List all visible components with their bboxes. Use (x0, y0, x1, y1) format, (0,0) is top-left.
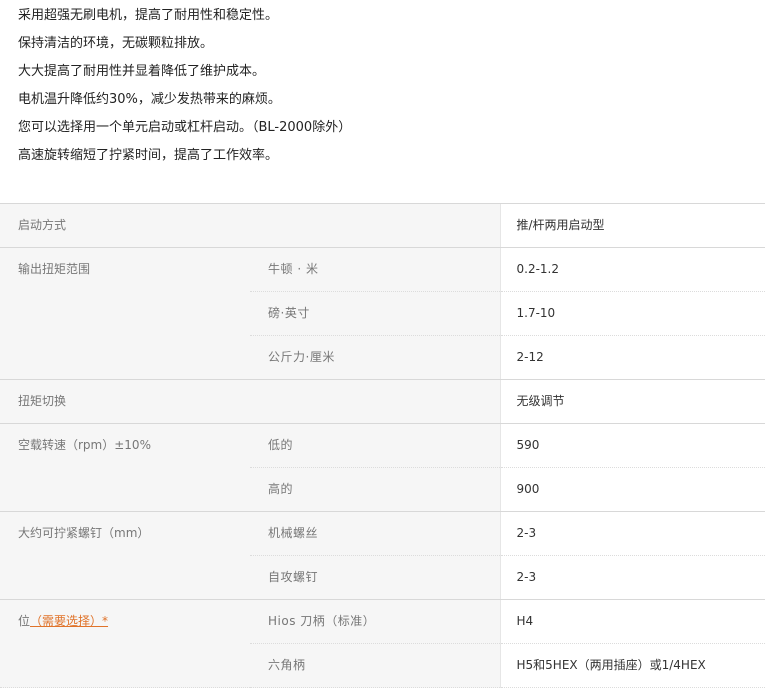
spec-label: 大约可拧紧螺钉（mm） (0, 511, 250, 600)
spec-unit (250, 379, 500, 424)
spec-table: 启动方式 推/杆两用启动型 输出扭矩范围 牛顿 · 米 0.2-1.2 磅·英寸… (0, 203, 765, 688)
spec-unit: 磅·英寸 (250, 291, 500, 336)
spec-unit: 牛顿 · 米 (250, 247, 500, 292)
feature-list: 采用超强无刷电机，提高了耐用性和稳定性。 保持清洁的环境，无碳颗粒排放。 大大提… (0, 0, 765, 170)
spec-value: H4 (499, 599, 765, 644)
spec-value: H5和5HEX（两用插座）或1/4HEX (499, 643, 765, 688)
spec-row-torque: 输出扭矩范围 牛顿 · 米 0.2-1.2 (0, 247, 765, 380)
feature-item: 您可以选择用一个单元启动或杠杆启动。（BL-2000除外） (18, 120, 352, 135)
required-selection-link[interactable]: （需要选择）* (30, 614, 108, 628)
spec-row-speed: 空载转速（rpm）±10% 低的 590 (0, 423, 765, 512)
feature-item: 保持清洁的环境，无碳颗粒排放。 (18, 36, 214, 51)
spec-row-torque-switch: 扭矩切换 无级调节 (0, 379, 765, 424)
spec-value: 2-12 (499, 335, 765, 380)
spec-value: 推/杆两用启动型 (499, 203, 765, 248)
spec-label: 输出扭矩范围 (0, 247, 250, 380)
spec-value: 0.2-1.2 (499, 247, 765, 292)
spec-row-bit: 位（需要选择）* Hios 刀柄（标准） H4 (0, 599, 765, 688)
spec-unit: 机械螺丝 (250, 511, 500, 556)
spec-unit: 自攻螺钉 (250, 555, 500, 600)
feature-item: 电机温升降低约30%，减少发热带来的麻烦。 (18, 92, 281, 107)
spec-label: 启动方式 (0, 203, 250, 248)
spec-value: 900 (499, 467, 765, 512)
spec-unit: 低的 (250, 423, 500, 468)
spec-value: 2-3 (499, 511, 765, 556)
spec-value: 1.7-10 (499, 291, 765, 336)
spec-row-screw: 大约可拧紧螺钉（mm） 机械螺丝 2-3 (0, 511, 765, 600)
spec-label-bit: 位（需要选择）* (0, 599, 250, 688)
spec-unit: 高的 (250, 467, 500, 512)
spec-value: 无级调节 (499, 379, 765, 424)
spec-label: 扭矩切换 (0, 379, 250, 424)
feature-item: 大大提高了耐用性并显着降低了维护成本。 (18, 64, 266, 79)
spec-unit: 六角柄 (250, 643, 500, 688)
spec-unit: Hios 刀柄（标准） (250, 599, 500, 644)
spec-label: 空载转速（rpm）±10% (0, 423, 250, 512)
spec-value: 590 (499, 423, 765, 468)
feature-item: 采用超强无刷电机，提高了耐用性和稳定性。 (18, 8, 279, 23)
spec-row-start-mode: 启动方式 推/杆两用启动型 (0, 203, 765, 248)
spec-unit: 公斤力·厘米 (250, 335, 500, 380)
spec-value: 2-3 (499, 555, 765, 600)
spec-unit (250, 203, 500, 248)
feature-item: 高速旋转缩短了拧紧时间，提高了工作效率。 (18, 148, 279, 163)
spec-label: 位 (18, 614, 31, 628)
